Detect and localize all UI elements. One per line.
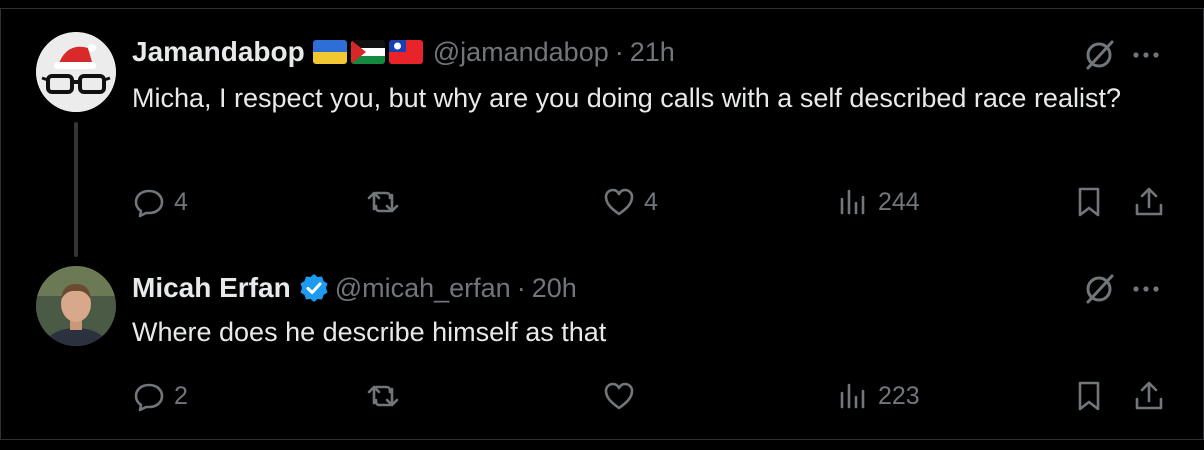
views-chart-icon [840, 189, 865, 215]
tweet[interactable]: Micah Erfan @micah_erfan · 20h Where doe… [0, 262, 1204, 432]
tweet-header: Jamandabop @jamandabop · 21h [132, 32, 675, 72]
share-button[interactable] [1132, 182, 1166, 222]
reply-count: 2 [174, 381, 188, 410]
action-bar: 4 4 244 [0, 182, 1204, 222]
tweet-text: Where does he describe himself as that [132, 317, 607, 347]
grok-icon[interactable] [1082, 38, 1116, 72]
like-button[interactable]: 4 [602, 182, 658, 222]
like-button[interactable] [602, 376, 644, 416]
tweet-header: Micah Erfan @micah_erfan · 20h [132, 268, 577, 308]
retweet-button[interactable] [366, 376, 408, 416]
share-button[interactable] [1132, 376, 1166, 416]
bookmark-icon [1078, 381, 1100, 411]
avatar[interactable] [36, 32, 116, 112]
more-options-icon[interactable] [1130, 38, 1162, 72]
share-icon [1135, 187, 1163, 216]
verified-badge-icon [300, 274, 328, 302]
tweet[interactable]: Jamandabop @jamandabop · 21h Micha, I re… [0, 24, 1204, 240]
bookmark-icon [1078, 187, 1100, 217]
bookmark-button[interactable] [1072, 376, 1106, 416]
flag-emoji-group [312, 40, 423, 64]
display-name[interactable]: Micah Erfan [132, 272, 291, 304]
reply-icon [134, 189, 164, 218]
views-button[interactable]: 223 [836, 376, 920, 416]
retweet-button[interactable] [366, 182, 408, 222]
action-bar: 2 223 [0, 376, 1204, 416]
palestine-flag-icon [350, 40, 385, 64]
more-options-icon[interactable] [1130, 272, 1162, 306]
view-count: 223 [878, 381, 920, 410]
user-handle[interactable]: @jamandabop [433, 37, 609, 68]
grok-icon[interactable] [1082, 272, 1116, 306]
taiwan-flag-icon [388, 40, 423, 64]
retweet-icon [367, 191, 399, 213]
retweet-icon [367, 385, 399, 407]
heart-icon [604, 188, 634, 216]
user-handle[interactable]: @micah_erfan [335, 273, 511, 304]
reply-icon [134, 383, 164, 412]
reply-button[interactable]: 4 [132, 182, 188, 222]
views-button[interactable]: 244 [836, 182, 920, 222]
tweet-text: Micha, I respect you, but why are you do… [132, 83, 1121, 113]
like-count: 4 [644, 187, 658, 216]
display-name[interactable]: Jamandabop [132, 36, 305, 68]
views-chart-icon [840, 383, 865, 409]
reply-button[interactable]: 2 [132, 376, 188, 416]
avatar[interactable] [36, 266, 116, 346]
bookmark-button[interactable] [1072, 182, 1106, 222]
bottom-divider [0, 439, 1204, 440]
top-divider [0, 8, 1204, 9]
heart-icon [604, 382, 634, 410]
ukraine-flag-icon [312, 40, 347, 64]
separator-dot: · [614, 36, 624, 67]
share-icon [1135, 381, 1163, 410]
timestamp[interactable]: 20h [532, 273, 577, 304]
reply-count: 4 [174, 187, 188, 216]
view-count: 244 [878, 187, 920, 216]
separator-dot: · [516, 272, 526, 303]
timestamp[interactable]: 21h [630, 37, 675, 68]
